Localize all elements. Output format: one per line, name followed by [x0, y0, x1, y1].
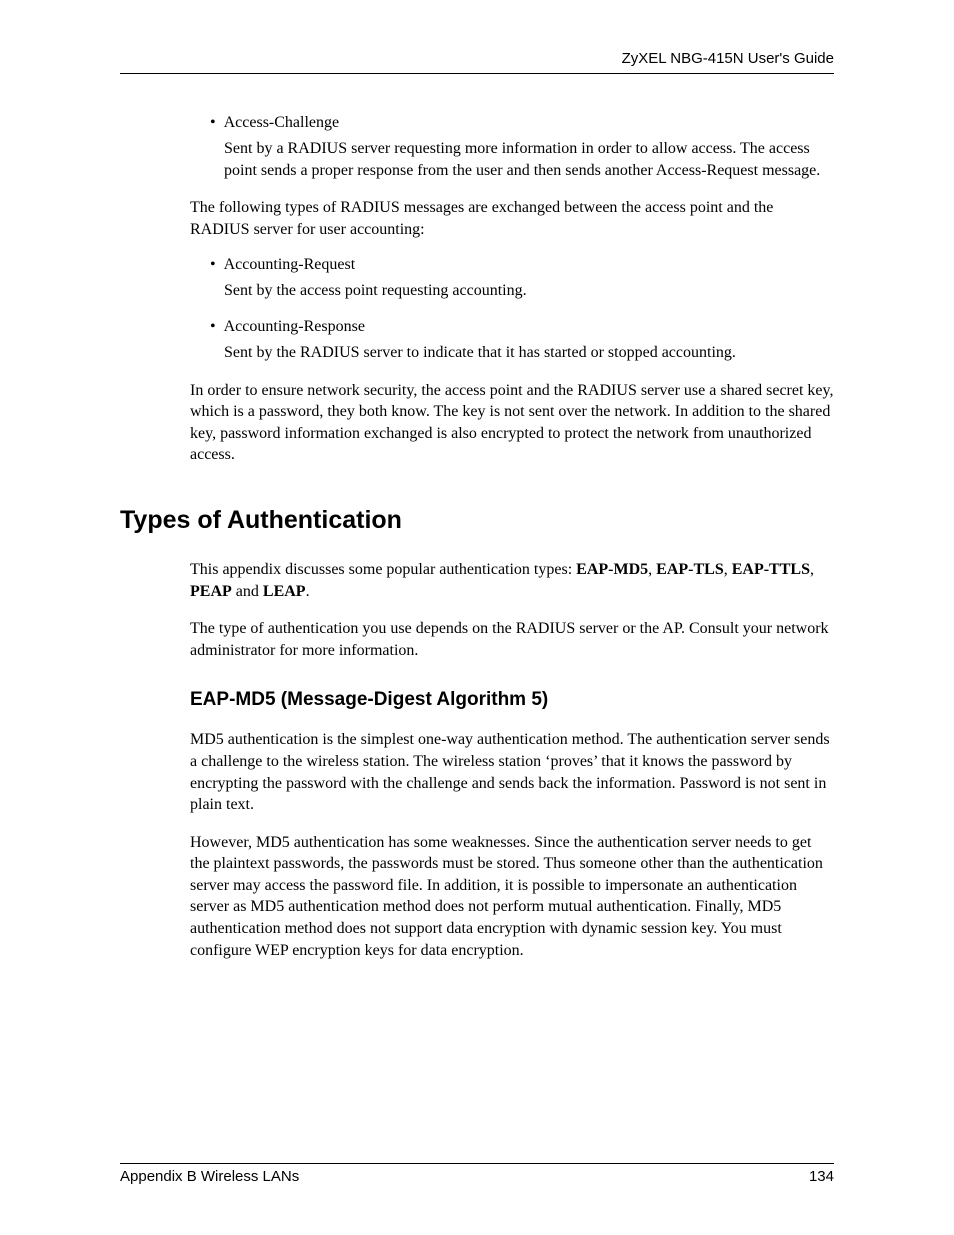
page-footer: Appendix B Wireless LANs 134: [120, 1163, 834, 1185]
footer-line: Appendix B Wireless LANs 134: [120, 1168, 834, 1185]
sep: ,: [810, 561, 814, 578]
auth-type: EAP-MD5: [576, 561, 648, 578]
sep: ,: [724, 561, 732, 578]
page-header: ZyXEL NBG-415N User's Guide: [120, 50, 834, 73]
auth-type: EAP-TLS: [656, 561, 724, 578]
paragraph: The following types of RADIUS messages a…: [190, 197, 834, 240]
bullet-list-a: • Access-Challenge Sent by a RADIUS serv…: [210, 114, 834, 181]
sep: and: [232, 583, 263, 600]
intro-post: .: [306, 583, 310, 600]
bullet-description: Sent by a RADIUS server requesting more …: [224, 138, 834, 181]
paragraph-intro: This appendix discusses some popular aut…: [190, 559, 834, 602]
body-content: • Access-Challenge Sent by a RADIUS serv…: [190, 114, 834, 466]
header-guide-title: ZyXEL NBG-415N User's Guide: [622, 50, 834, 67]
bullet-label: Accounting-Request: [224, 256, 356, 273]
bullet-label: Accounting-Response: [224, 318, 365, 335]
footer-left: Appendix B Wireless LANs: [120, 1168, 299, 1185]
footer-rule: [120, 1163, 834, 1164]
bullet-item: • Accounting-Request: [210, 256, 834, 274]
auth-type: EAP-TTLS: [732, 561, 810, 578]
bullet-list-b: • Accounting-Request Sent by the access …: [210, 256, 834, 363]
paragraph: MD5 authentication is the simplest one-w…: [190, 729, 834, 815]
sep: ,: [648, 561, 656, 578]
bullet-item: • Accounting-Response: [210, 318, 834, 336]
bullet-item: • Access-Challenge: [210, 114, 834, 132]
auth-type: PEAP: [190, 583, 232, 600]
intro-pre: This appendix discusses some popular aut…: [190, 561, 576, 578]
section-heading: Types of Authentication: [120, 506, 834, 535]
bullet-description: Sent by the RADIUS server to indicate th…: [224, 342, 834, 364]
auth-type: LEAP: [263, 583, 306, 600]
paragraph: The type of authentication you use depen…: [190, 618, 834, 661]
footer-page-number: 134: [809, 1168, 834, 1185]
paragraph: However, MD5 authentication has some wea…: [190, 832, 834, 962]
bullet-label: Access-Challenge: [224, 114, 340, 131]
document-page: ZyXEL NBG-415N User's Guide • Access-Cha…: [0, 0, 954, 1235]
bullet-description: Sent by the access point requesting acco…: [224, 280, 834, 302]
subsection-heading: EAP-MD5 (Message-Digest Algorithm 5): [190, 689, 834, 711]
paragraph: In order to ensure network security, the…: [190, 380, 834, 466]
section-body: This appendix discusses some popular aut…: [190, 559, 834, 961]
header-rule: [120, 73, 834, 74]
